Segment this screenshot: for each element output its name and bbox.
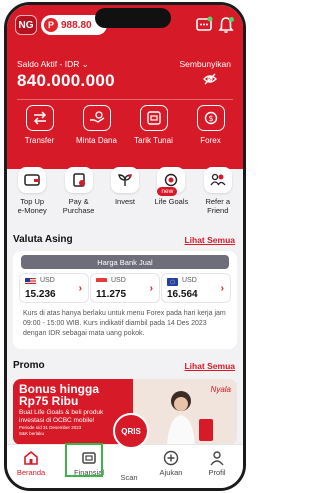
- nav-ajukan[interactable]: Ajukan: [151, 450, 191, 477]
- quick-actions: Transfer Minta Dana Tarik Tunai $ Forex: [7, 105, 243, 153]
- nav-finansial[interactable]: Finansial: [69, 450, 109, 477]
- chevron-right-icon: ›: [220, 283, 224, 294]
- transfer-label: Transfer: [24, 136, 55, 145]
- request-money-label: Minta Dana: [76, 136, 117, 145]
- menu-refer-friend[interactable]: Refer a Friend: [195, 167, 241, 225]
- eye-hidden-icon[interactable]: [203, 73, 217, 85]
- menu-life-goals-label: Life Goals: [154, 197, 189, 206]
- rate-card[interactable]: USD 16.564 ›: [161, 273, 231, 303]
- eu-flag-icon: [167, 278, 178, 286]
- phone-frame: NG P 988.80 Saldo Aktif - IDR ⌄ Sembunyi…: [4, 2, 246, 491]
- menu-invest-label: Invest: [114, 197, 135, 206]
- people-icon: [203, 167, 232, 193]
- finance-icon: [82, 452, 96, 464]
- valuta-title: Valuta Asing: [13, 234, 73, 245]
- menu-invest[interactable]: Invest: [102, 167, 148, 225]
- plus-circle-icon: [163, 450, 179, 466]
- balance-value: 840.000.000: [17, 71, 115, 90]
- menu-pay-purchase-label: Pay & Purchase: [62, 197, 95, 215]
- promo-period: Periode s/d 31 Desember 2023: [19, 425, 82, 430]
- nav-beranda[interactable]: Beranda: [11, 450, 51, 477]
- bottom-navigation: Beranda Finansial Scan Ajukan Profil: [7, 444, 243, 488]
- wallet-icon: [18, 167, 47, 193]
- menu-top-up[interactable]: Top Up e-Money: [9, 167, 55, 225]
- transfer-button[interactable]: Transfer: [13, 105, 67, 153]
- balance-label[interactable]: Saldo Aktif - IDR ⌄: [17, 59, 89, 70]
- withdraw-cash-icon: [139, 105, 168, 131]
- nav-profil[interactable]: Profil: [197, 450, 237, 477]
- menu-refer-friend-label: Refer a Friend: [205, 197, 231, 215]
- chevron-right-icon: ›: [78, 283, 82, 294]
- promo-brand-script: Nyala: [210, 385, 231, 394]
- rate-card[interactable]: USD 11.275 ›: [90, 273, 160, 303]
- rate-list: USD 15.236 › USD 11.275 › USD 16.564 ›: [19, 273, 231, 305]
- transfer-icon: [25, 105, 54, 131]
- user-initials-badge[interactable]: NG: [15, 15, 37, 35]
- valuta-see-all-link[interactable]: Lihat Semua: [184, 235, 235, 245]
- camera-notch: [95, 8, 171, 28]
- withdraw-cash-button[interactable]: Tarik Tunai: [127, 105, 181, 153]
- valuta-card: Harga Bank Jual USD 15.236 › USD 11.275 …: [13, 251, 237, 349]
- valuta-tab[interactable]: Harga Bank Jual: [21, 255, 229, 269]
- chevron-right-icon: ›: [149, 283, 153, 294]
- valuta-disclaimer: Kurs di atas hanya berlaku untuk menu Fo…: [23, 310, 226, 337]
- promo-image: Nyala: [133, 379, 237, 445]
- rate-currency: USD: [40, 277, 55, 284]
- rate-value: 11.275: [96, 289, 127, 300]
- request-money-icon: [82, 105, 111, 131]
- nav-finansial-label: Finansial: [73, 468, 104, 477]
- rate-value: 15.236: [25, 289, 56, 300]
- nav-beranda-label: Beranda: [16, 468, 46, 477]
- nav-scan-label: Scan: [120, 473, 138, 482]
- menu-life-goals[interactable]: new Life Goals: [148, 167, 194, 225]
- points-value: 988.80: [61, 19, 92, 31]
- promo-headline: Bonus hingga Rp75 Ribu: [19, 382, 99, 408]
- request-money-button[interactable]: Minta Dana: [70, 105, 124, 153]
- rate-value: 16.564: [167, 289, 198, 300]
- feature-menu: Top Up e-Money Pay & Purchase Invest new L…: [7, 167, 243, 225]
- home-icon: [24, 450, 38, 465]
- nav-profil-label: Profil: [208, 468, 226, 477]
- rate-currency: USD: [111, 277, 126, 284]
- withdraw-cash-label: Tarik Tunai: [134, 136, 173, 145]
- us-flag-icon: [25, 278, 36, 286]
- hide-balance-label[interactable]: Sembunyikan: [179, 59, 231, 69]
- svg-text:$: $: [208, 114, 213, 123]
- forex-button[interactable]: $ Forex: [184, 105, 238, 153]
- promo-subtext: Buat Life Goals & beli produk investasi …: [19, 409, 104, 424]
- qris-label: QRIS: [121, 426, 141, 436]
- nav-ajukan-label: Ajukan: [159, 468, 183, 477]
- promo-title: Promo: [13, 360, 45, 371]
- profile-icon: [210, 451, 224, 466]
- sprout-icon: [110, 167, 139, 193]
- receipt-icon: [64, 167, 93, 193]
- new-badge: new: [157, 187, 178, 196]
- promo-terms: S&K berlaku: [19, 431, 45, 436]
- rate-currency: USD: [182, 277, 197, 284]
- nav-scan[interactable]: Scan: [109, 471, 149, 482]
- message-icon[interactable]: [195, 16, 213, 34]
- forex-label: Forex: [200, 136, 221, 145]
- notification-bell-icon[interactable]: [217, 16, 235, 34]
- menu-top-up-label: Top Up e-Money: [17, 197, 47, 215]
- account-header: NG P 988.80 Saldo Aktif - IDR ⌄ Sembunyi…: [7, 5, 243, 169]
- header-divider: [17, 99, 233, 100]
- forex-icon: $: [196, 105, 225, 131]
- qris-scan-button[interactable]: QRIS: [113, 413, 149, 449]
- rate-card[interactable]: USD 15.236 ›: [19, 273, 89, 303]
- promo-see-all-link[interactable]: Lihat Semua: [184, 361, 235, 371]
- menu-pay-purchase[interactable]: Pay & Purchase: [56, 167, 102, 225]
- sg-flag-icon: [96, 278, 107, 286]
- points-icon: P: [44, 18, 58, 32]
